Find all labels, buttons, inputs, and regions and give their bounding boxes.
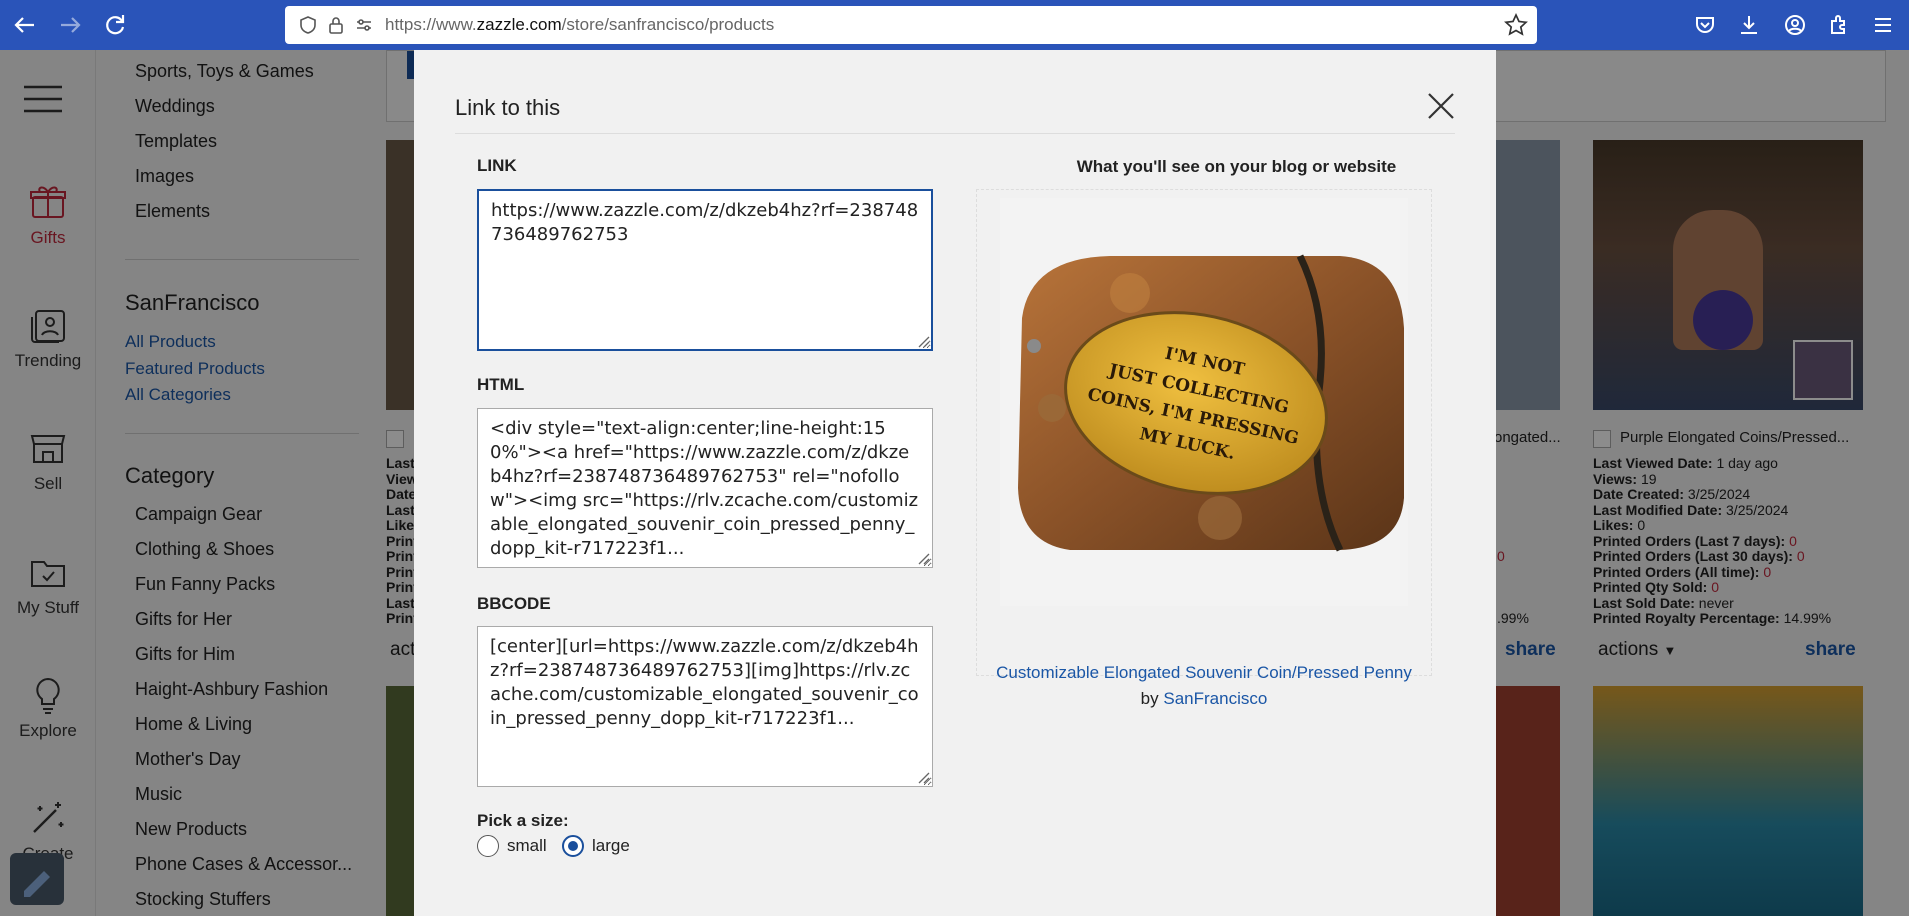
bookmark-star-icon[interactable] xyxy=(1503,12,1529,38)
product-byline: by SanFrancisco xyxy=(1140,689,1268,708)
address-bar[interactable]: https://www.zazzle.com/store/sanfrancisc… xyxy=(285,6,1537,44)
lock-icon[interactable] xyxy=(323,12,349,38)
link-textarea[interactable]: https://www.zazzle.com/z/dkzeb4hz?rf=238… xyxy=(477,189,933,351)
account-icon[interactable] xyxy=(1782,12,1808,38)
product-link[interactable]: Customizable Elongated Souvenir Coin/Pre… xyxy=(976,663,1432,683)
bbcode-label: BBCODE xyxy=(477,594,551,613)
store-link[interactable]: SanFrancisco xyxy=(1163,689,1267,708)
size-option-small[interactable]: small xyxy=(477,835,547,857)
downloads-icon[interactable] xyxy=(1736,12,1762,38)
dialog-title: Link to this xyxy=(455,95,561,120)
resize-grip-icon[interactable] xyxy=(915,769,931,785)
reload-icon[interactable] xyxy=(100,10,130,40)
browser-toolbar: https://www.zazzle.com/store/sanfrancisc… xyxy=(0,0,1909,50)
bbcode-textarea[interactable]: [center][url=https://www.zazzle.com/z/dk… xyxy=(477,626,933,787)
radio-small[interactable] xyxy=(477,835,499,857)
pocket-icon[interactable] xyxy=(1692,12,1718,38)
size-option-large[interactable]: large xyxy=(562,835,630,857)
html-label: HTML xyxy=(477,375,525,394)
product-preview-image[interactable]: I'M NOT JUST COLLECTING COINS, I'M PRESS… xyxy=(1000,198,1408,606)
resize-grip-icon[interactable] xyxy=(915,333,931,349)
back-icon[interactable] xyxy=(10,10,40,40)
forward-icon[interactable] xyxy=(55,10,85,40)
divider xyxy=(455,133,1455,134)
close-icon[interactable] xyxy=(1425,90,1457,122)
link-dialog: Link to this LINK https://www.zazzle.com… xyxy=(414,50,1496,916)
link-label: LINK xyxy=(477,156,517,175)
url-text[interactable]: https://www.zazzle.com/store/sanfrancisc… xyxy=(385,15,774,35)
shield-icon[interactable] xyxy=(295,12,321,38)
html-textarea[interactable]: <div style="text-align:center;line-heigh… xyxy=(477,408,933,568)
size-label: Pick a size: xyxy=(477,811,569,830)
preview-title: What you'll see on your blog or website xyxy=(1076,157,1397,176)
site-settings-icon[interactable] xyxy=(351,12,377,38)
extensions-icon[interactable] xyxy=(1826,12,1852,38)
menu-icon[interactable] xyxy=(1870,12,1896,38)
resize-grip-icon[interactable] xyxy=(915,550,931,566)
radio-large[interactable] xyxy=(562,835,584,857)
